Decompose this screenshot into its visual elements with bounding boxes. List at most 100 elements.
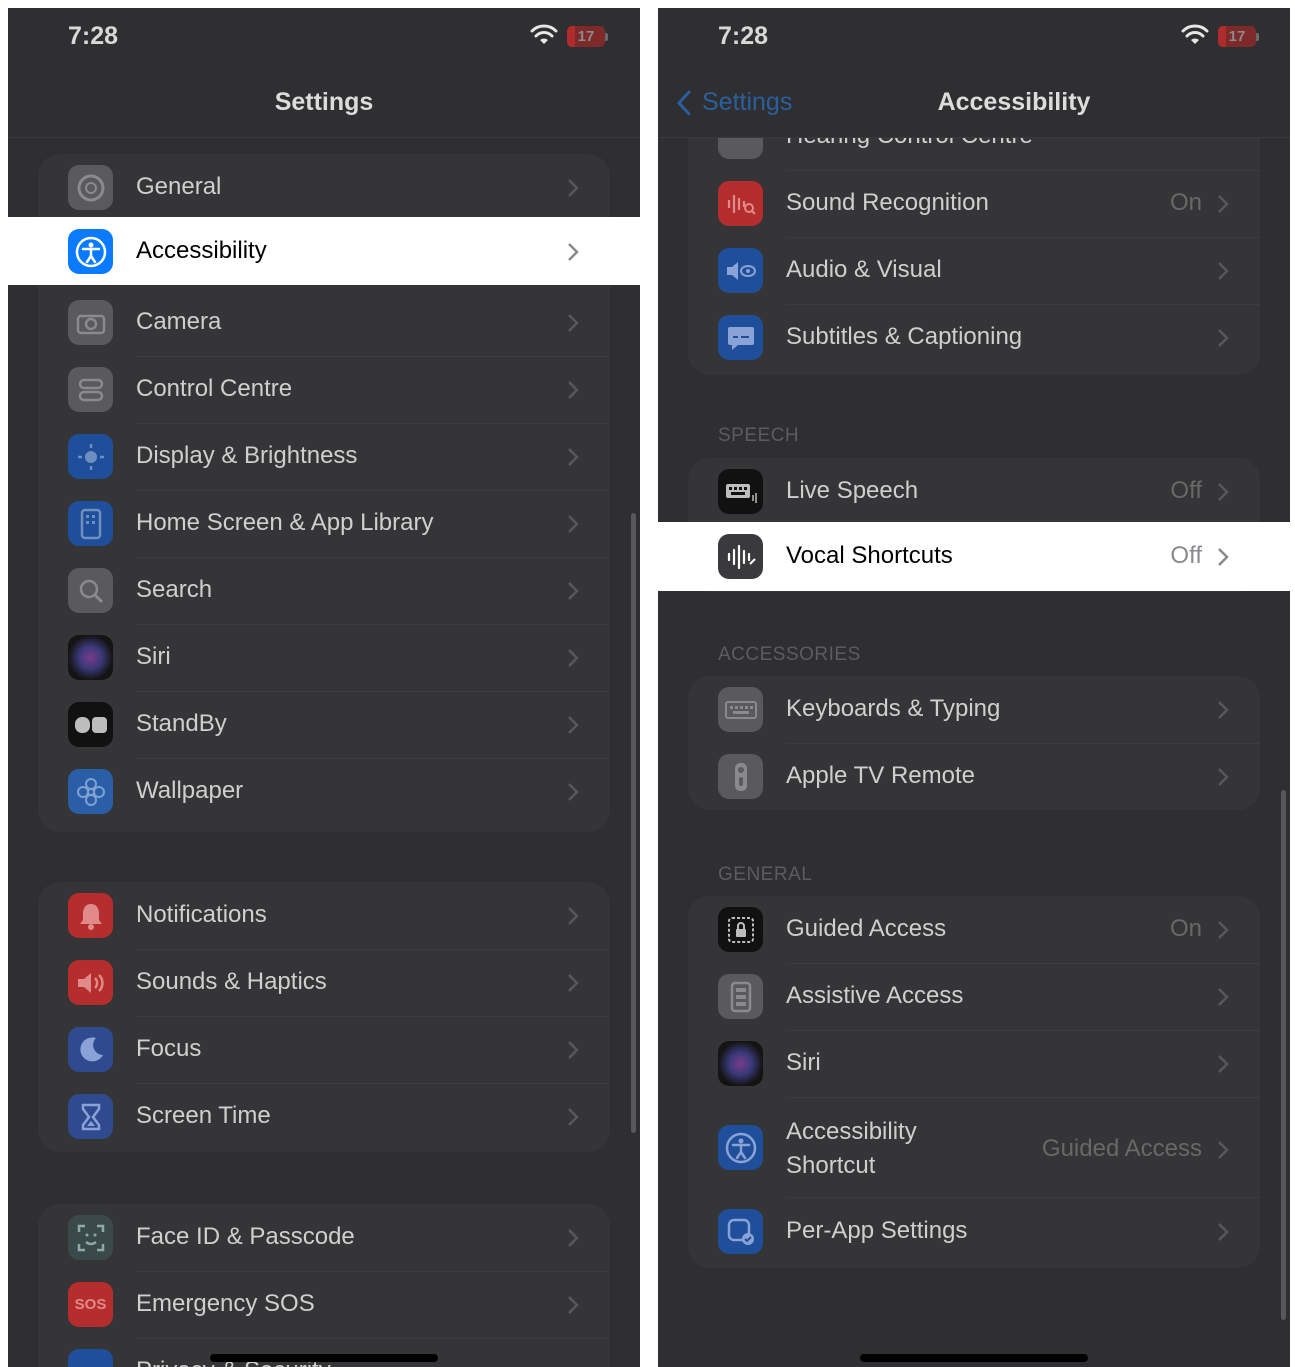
chevron-right-icon (1218, 195, 1229, 213)
chevron-right-icon (1218, 1141, 1229, 1159)
settings-item-screen-time[interactable]: Screen Time (38, 1083, 610, 1150)
settings-item-subtitles-captioning[interactable]: Subtitles & Captioning (688, 304, 1260, 371)
settings-item-display-brightness[interactable]: Display & Brightness (38, 423, 610, 490)
settings-item-notifications[interactable]: Notifications (38, 882, 610, 949)
settings-item-live-speech[interactable]: Live Speech Off (688, 458, 1260, 525)
chevron-right-icon (568, 1229, 579, 1247)
phone-grid-icon (718, 974, 763, 1019)
battery-tip (605, 33, 608, 41)
settings-item-label: Vocal Shortcuts (786, 542, 953, 569)
chevron-right-icon (1218, 548, 1229, 566)
siri-icon (68, 635, 113, 680)
settings-item-label: Sounds & Haptics (136, 968, 327, 995)
chevron-right-icon (568, 381, 579, 399)
battery-icon: 17 (567, 26, 605, 47)
chevron-right-icon (1218, 701, 1229, 719)
settings-item-sounds-haptics[interactable]: Sounds & Haptics (38, 949, 610, 1016)
settings-item-label: Live Speech (786, 477, 919, 504)
page-title: Settings (274, 88, 374, 116)
section-header-accessories: ACCESSORIES (718, 644, 861, 665)
settings-item-per-app-settings[interactable]: Per-App Settings (688, 1198, 1260, 1265)
settings-item-label: Wallpaper (136, 777, 244, 804)
moon-icon (68, 1027, 113, 1072)
app-check-icon (718, 1209, 763, 1254)
hourglass-icon (68, 1094, 113, 1139)
settings-item-guided-access[interactable]: Guided Access On (688, 896, 1260, 963)
settings-group-2: Notifications Sounds & Haptics Focus Scr… (38, 882, 610, 1152)
nav-bar: Settings (8, 68, 640, 138)
settings-item-value: Off (1170, 477, 1202, 504)
settings-item-label: Siri (136, 643, 171, 670)
settings-item-label: Home Screen & App Library (136, 509, 434, 536)
settings-item-accessibility[interactable]: Accessibility (38, 217, 610, 284)
settings-item-label: Notifications (136, 901, 267, 928)
toggles-icon (68, 367, 113, 412)
settings-item-value: On (1169, 915, 1202, 942)
settings-item-label: Per-App Settings (786, 1217, 968, 1244)
settings-item-camera[interactable]: Camera (38, 289, 610, 356)
wifi-icon (1181, 24, 1209, 44)
settings-item-privacy[interactable]: Privacy & Security (38, 1338, 610, 1367)
chevron-right-icon (1218, 1223, 1229, 1241)
scrollbar[interactable] (631, 513, 636, 1133)
settings-item-keyboards-typing[interactable]: Keyboards & Typing (688, 676, 1260, 743)
nav-bar: Settings Accessibility (658, 68, 1290, 138)
settings-item-label: Emergency SOS (136, 1290, 315, 1317)
chevron-left-icon (676, 90, 691, 115)
waveform-icon (718, 534, 763, 579)
chevron-right-icon (1218, 483, 1229, 501)
settings-item-value: On (1169, 189, 1202, 216)
chevron-right-icon (568, 582, 579, 600)
flower-icon (68, 769, 113, 814)
chevron-right-icon (1218, 988, 1229, 1006)
general-group: Guided Access On Assistive Access Siri A… (688, 896, 1260, 1268)
home-indicator[interactable] (860, 1354, 1088, 1362)
chevron-right-icon (1218, 329, 1229, 347)
bell-icon (68, 893, 113, 938)
home-indicator[interactable] (210, 1354, 438, 1362)
status-time: 7:28 (718, 22, 769, 50)
settings-item-label-line2: Shortcut (786, 1152, 876, 1179)
section-header-speech: SPEECH (718, 425, 800, 446)
settings-item-home-screen[interactable]: Home Screen & App Library (38, 490, 610, 557)
hearing-group: Hearing Control Centre Sound Recognition… (688, 103, 1260, 375)
wifi-icon (530, 24, 558, 44)
settings-item-label: Display & Brightness (136, 442, 358, 469)
settings-item-sound-recognition[interactable]: Sound Recognition On (688, 170, 1260, 237)
chevron-right-icon (1218, 1055, 1229, 1073)
sos-icon-text: SOS (74, 1296, 107, 1313)
settings-item-standby[interactable]: StandBy (38, 691, 610, 758)
settings-group-3: Face ID & Passcode SOS Emergency SOS Pri… (38, 1204, 610, 1367)
settings-item-general[interactable]: General (38, 154, 610, 221)
settings-item-label-line1: Accessibility (786, 1118, 917, 1145)
chevron-right-icon (568, 974, 579, 992)
settings-item-emergency-sos[interactable]: SOS Emergency SOS (38, 1271, 610, 1338)
settings-item-apple-tv-remote[interactable]: Apple TV Remote (688, 743, 1260, 810)
chevron-right-icon (568, 716, 579, 734)
settings-item-accessibility-highlight: Accessibility (8, 217, 640, 285)
chevron-right-icon (568, 907, 579, 925)
settings-item-siri[interactable]: Siri (38, 624, 610, 691)
scrollbar[interactable] (1281, 790, 1286, 1320)
settings-item-assistive-access[interactable]: Assistive Access (688, 963, 1260, 1030)
settings-item-siri[interactable]: Siri (688, 1030, 1260, 1097)
status-time: 7:28 (68, 22, 119, 50)
settings-item-label: Accessibility (136, 237, 267, 264)
settings-item-vocal-shortcuts[interactable]: Vocal Shortcuts Off (688, 523, 1260, 590)
chevron-right-icon (568, 649, 579, 667)
lock-frame-icon (718, 907, 763, 952)
settings-item-label: Search (136, 576, 213, 603)
accessories-group: Keyboards & Typing Apple TV Remote (688, 676, 1260, 810)
settings-item-control-centre[interactable]: Control Centre (38, 356, 610, 423)
settings-item-accessibility-shortcut[interactable]: Accessibility Shortcut Guided Access (688, 1097, 1260, 1197)
settings-item-label: Apple TV Remote (786, 762, 975, 789)
siri-icon (718, 1041, 763, 1086)
sun-icon (68, 434, 113, 479)
settings-item-faceid[interactable]: Face ID & Passcode (38, 1204, 610, 1271)
settings-item-audio-visual[interactable]: Audio & Visual (688, 237, 1260, 304)
settings-item-focus[interactable]: Focus (38, 1016, 610, 1083)
settings-item-label: Face ID & Passcode (136, 1223, 355, 1250)
settings-item-search[interactable]: Search (38, 557, 610, 624)
settings-item-label: Focus (136, 1035, 202, 1062)
settings-item-wallpaper[interactable]: Wallpaper (38, 758, 610, 825)
